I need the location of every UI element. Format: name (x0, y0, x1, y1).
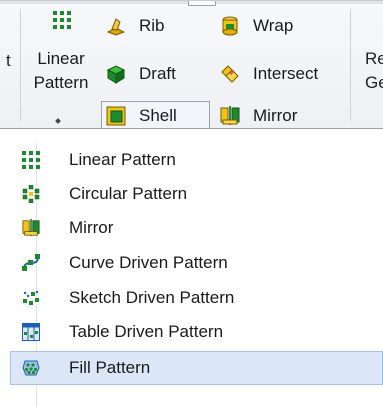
wrap-button[interactable]: Wrap (216, 13, 316, 39)
table-driven-pattern-icon (22, 323, 40, 341)
draft-button[interactable]: Draft (102, 61, 202, 87)
sketch-driven-pattern-icon (22, 289, 40, 307)
intersect-label: Intersect (253, 64, 319, 83)
shell-button[interactable]: Shell (101, 101, 210, 130)
menu-item-label: Mirror (69, 218, 114, 237)
ribbon-separator (20, 9, 21, 121)
cut-off-label-right-2: Ge (365, 73, 383, 92)
menu-item-label: Fill Pattern (69, 358, 151, 377)
mirror-icon (220, 106, 240, 126)
draft-icon (106, 64, 126, 84)
shell-label: Shell (139, 106, 177, 125)
ribbon-separator (350, 9, 351, 121)
wrap-icon (220, 16, 240, 36)
mirror-button[interactable]: Mirror (216, 103, 316, 129)
linear-pattern-label-line1: Linear (37, 49, 85, 68)
intersect-icon (220, 64, 240, 84)
menu-item-label: Circular Pattern (69, 184, 188, 203)
rib-label: Rib (139, 16, 165, 35)
menu-item-table-driven-pattern[interactable]: Table Driven Pattern (10, 315, 383, 349)
menu-item-label: Sketch Driven Pattern (69, 288, 235, 307)
rib-button[interactable]: Rib (102, 13, 202, 39)
fill-pattern-icon (22, 359, 40, 377)
menu-item-label: Linear Pattern (69, 150, 176, 169)
menu-item-linear-pattern[interactable]: Linear Pattern (10, 143, 383, 177)
menu-item-mirror[interactable]: Mirror (10, 211, 383, 245)
pattern-dropdown-menu: Linear Pattern Circular Pattern Mirror C… (0, 128, 383, 407)
cut-off-label-right-1: Re (365, 49, 383, 68)
curve-driven-pattern-icon (22, 254, 40, 272)
intersect-button[interactable]: Intersect (216, 61, 328, 87)
menu-item-label: Curve Driven Pattern (69, 253, 228, 272)
mirror-icon (22, 219, 40, 237)
linear-pattern-icon (53, 11, 71, 29)
linear-pattern-label-line2: Pattern (33, 73, 89, 92)
circular-pattern-icon (22, 185, 40, 203)
menu-item-circular-pattern[interactable]: Circular Pattern (10, 177, 383, 211)
draft-label: Draft (139, 64, 176, 83)
dropdown-arrow-icon[interactable] (55, 118, 61, 124)
cut-off-label-left: t (6, 51, 11, 70)
menu-item-curve-driven-pattern[interactable]: Curve Driven Pattern (10, 246, 383, 280)
shell-icon (106, 106, 126, 126)
menu-item-fill-pattern[interactable]: Fill Pattern (10, 351, 383, 385)
menu-item-label: Table Driven Pattern (69, 322, 224, 341)
rib-icon (106, 16, 126, 36)
ribbon-tab-notch (188, 1, 216, 6)
linear-pattern-icon (22, 151, 40, 169)
wrap-label: Wrap (253, 16, 294, 35)
mirror-label: Mirror (253, 106, 298, 125)
linear-pattern-split-button[interactable]: Linear Pattern (26, 9, 96, 125)
features-ribbon: t Linear Pattern Rib Wrap Draft Intersec… (0, 0, 383, 130)
menu-item-sketch-driven-pattern[interactable]: Sketch Driven Pattern (10, 281, 383, 315)
